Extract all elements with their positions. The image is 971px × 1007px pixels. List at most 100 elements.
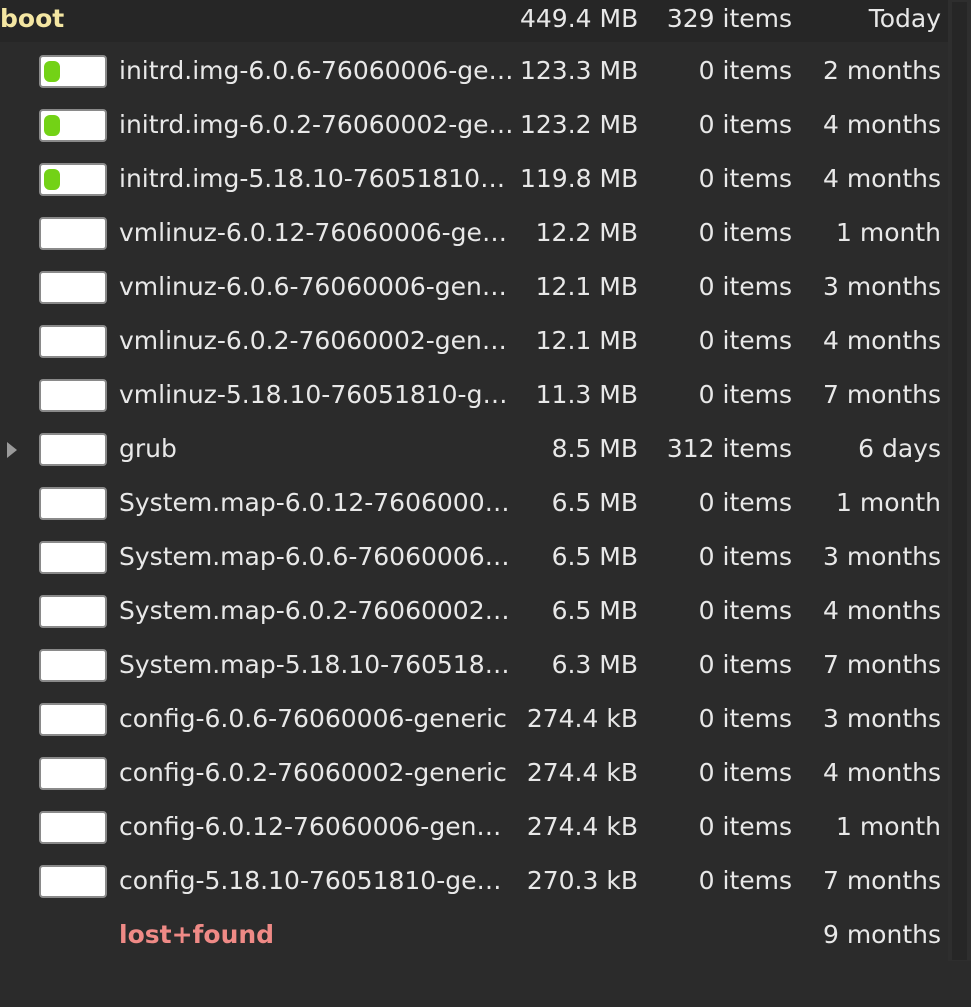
file-row[interactable]: vmlinuz-6.0.6-76060006-generic 12.1 MB 0 i… xyxy=(0,260,948,314)
file-modified: 7 months xyxy=(822,380,941,409)
file-row[interactable]: System.map-6.0.2-76060002-ge… 6.5 MB 0 ite… xyxy=(0,584,948,638)
scrollbar-thumb[interactable] xyxy=(952,2,967,960)
file-name: initrd.img-6.0.2-76060002-gene… xyxy=(119,110,514,139)
file-modified: 4 months xyxy=(822,596,941,625)
folder-item-count: 329 items xyxy=(666,4,792,33)
file-size: 274.4 kB xyxy=(526,704,638,733)
file-size: 12.2 MB xyxy=(535,218,638,247)
file-name: config-6.0.12-76060006-generic xyxy=(119,812,514,841)
file-modified: 6 days xyxy=(858,434,941,463)
file-name: grub xyxy=(119,434,177,463)
usage-bar-fill xyxy=(44,115,60,136)
file-name: System.map-6.0.6-76060006-ge… xyxy=(119,542,514,571)
file-row[interactable]: System.map-6.0.6-76060006-ge… 6.5 MB 0 ite… xyxy=(0,530,948,584)
file-item-count: 0 items xyxy=(698,326,792,355)
file-item-count: 0 items xyxy=(698,380,792,409)
file-item-count: 312 items xyxy=(666,434,792,463)
file-modified: 4 months xyxy=(822,110,941,139)
usage-bar xyxy=(39,271,107,304)
file-item-count: 0 items xyxy=(698,218,792,247)
file-item-count: 0 items xyxy=(698,542,792,571)
file-row[interactable]: System.map-6.0.12-76060006-ge… 6.5 MB 0 it… xyxy=(0,476,948,530)
file-item-count: 0 items xyxy=(698,704,792,733)
file-name: vmlinuz-6.0.2-76060002-generic xyxy=(119,326,514,355)
file-modified: 4 months xyxy=(822,164,941,193)
file-item-count: 0 items xyxy=(698,650,792,679)
usage-bar xyxy=(39,703,107,736)
usage-bar-fill xyxy=(44,61,60,82)
file-modified: 4 months xyxy=(822,758,941,787)
usage-bar xyxy=(39,325,107,358)
file-row[interactable]: config-6.0.12-76060006-generic 274.4 kB 0 … xyxy=(0,800,948,854)
file-row[interactable]: config-6.0.2-76060002-generic 274.4 kB 0 i… xyxy=(0,746,948,800)
file-item-count: 0 items xyxy=(698,758,792,787)
usage-bar xyxy=(39,541,107,574)
file-modified: 1 month xyxy=(836,488,941,517)
file-size: 11.3 MB xyxy=(535,380,638,409)
folder-size: 449.4 MB xyxy=(520,4,638,33)
file-item-count: 0 items xyxy=(698,164,792,193)
tree-root-row-boot[interactable]: boot 449.4 MB 329 items Today xyxy=(0,0,948,42)
usage-bar xyxy=(39,811,107,844)
file-modified: 7 months xyxy=(822,650,941,679)
expand-triangle-icon[interactable] xyxy=(7,442,17,458)
folder-row[interactable]: lost+found 9 months xyxy=(0,908,948,962)
file-item-count: 0 items xyxy=(698,110,792,139)
file-size: 8.5 MB xyxy=(551,434,638,463)
file-name: lost+found xyxy=(119,920,275,949)
file-size: 119.8 MB xyxy=(520,164,638,193)
file-modified: 1 month xyxy=(836,812,941,841)
file-size: 123.2 MB xyxy=(520,110,638,139)
file-row[interactable]: System.map-5.18.10-76051810-g… 6.3 MB 0 it… xyxy=(0,638,948,692)
file-row[interactable]: initrd.img-5.18.10-76051810-gen…119.8 MB… xyxy=(0,152,948,206)
usage-bar-fill xyxy=(44,169,60,190)
file-modified: 9 months xyxy=(822,920,941,949)
file-modified: 3 months xyxy=(822,272,941,301)
file-modified: 7 months xyxy=(822,866,941,895)
usage-bar xyxy=(39,109,107,142)
file-size: 6.5 MB xyxy=(551,596,638,625)
folder-modified: Today xyxy=(868,4,941,33)
file-row[interactable]: config-5.18.10-76051810-generic 270.3 kB 0… xyxy=(0,854,948,908)
file-item-count: 0 items xyxy=(698,56,792,85)
usage-bar xyxy=(39,595,107,628)
file-usage-tree[interactable]: boot 449.4 MB 329 items Today initrd.img… xyxy=(0,0,948,1007)
file-size: 274.4 kB xyxy=(526,812,638,841)
file-size: 6.5 MB xyxy=(551,488,638,517)
file-row[interactable]: vmlinuz-6.0.12-76060006-generic 12.2 MB 0 … xyxy=(0,206,948,260)
usage-bar xyxy=(39,55,107,88)
file-name: vmlinuz-6.0.12-76060006-generic xyxy=(119,218,514,247)
file-name: System.map-6.0.12-76060006-ge… xyxy=(119,488,514,517)
file-row[interactable]: vmlinuz-5.18.10-76051810-generic 11.3 MB 0… xyxy=(0,368,948,422)
file-name: config-6.0.6-76060006-generic xyxy=(119,704,507,733)
file-item-count: 0 items xyxy=(698,812,792,841)
usage-bar xyxy=(39,487,107,520)
file-size: 12.1 MB xyxy=(535,272,638,301)
folder-row[interactable]: grub 8.5 MB 312 items 6 days xyxy=(0,422,948,476)
file-size: 6.3 MB xyxy=(551,650,638,679)
file-modified: 1 month xyxy=(836,218,941,247)
file-row[interactable]: config-6.0.6-76060006-generic 274.4 kB 0 i… xyxy=(0,692,948,746)
file-size: 123.3 MB xyxy=(520,56,638,85)
usage-bar xyxy=(39,649,107,682)
file-size: 6.5 MB xyxy=(551,542,638,571)
file-name: config-6.0.2-76060002-generic xyxy=(119,758,507,787)
usage-bar xyxy=(39,379,107,412)
file-modified: 4 months xyxy=(822,326,941,355)
file-item-count: 0 items xyxy=(698,596,792,625)
file-item-count: 0 items xyxy=(698,488,792,517)
scrollbar-end xyxy=(948,961,971,1007)
file-modified: 2 months xyxy=(822,56,941,85)
usage-bar xyxy=(39,433,107,466)
usage-bar xyxy=(39,757,107,790)
file-name: initrd.img-6.0.6-76060006-gene… xyxy=(119,56,514,85)
file-size: 274.4 kB xyxy=(526,758,638,787)
file-row[interactable]: initrd.img-6.0.2-76060002-gene… 123.2 MB 0… xyxy=(0,98,948,152)
file-name: vmlinuz-6.0.6-76060006-generic xyxy=(119,272,514,301)
file-modified: 3 months xyxy=(822,704,941,733)
file-row[interactable]: vmlinuz-6.0.2-76060002-generic 12.1 MB 0 i… xyxy=(0,314,948,368)
file-name: System.map-6.0.2-76060002-ge… xyxy=(119,596,514,625)
vertical-scrollbar[interactable] xyxy=(948,0,971,1007)
file-item-count: 0 items xyxy=(698,272,792,301)
file-row[interactable]: initrd.img-6.0.6-76060006-gene… 123.3 MB 0… xyxy=(0,44,948,98)
